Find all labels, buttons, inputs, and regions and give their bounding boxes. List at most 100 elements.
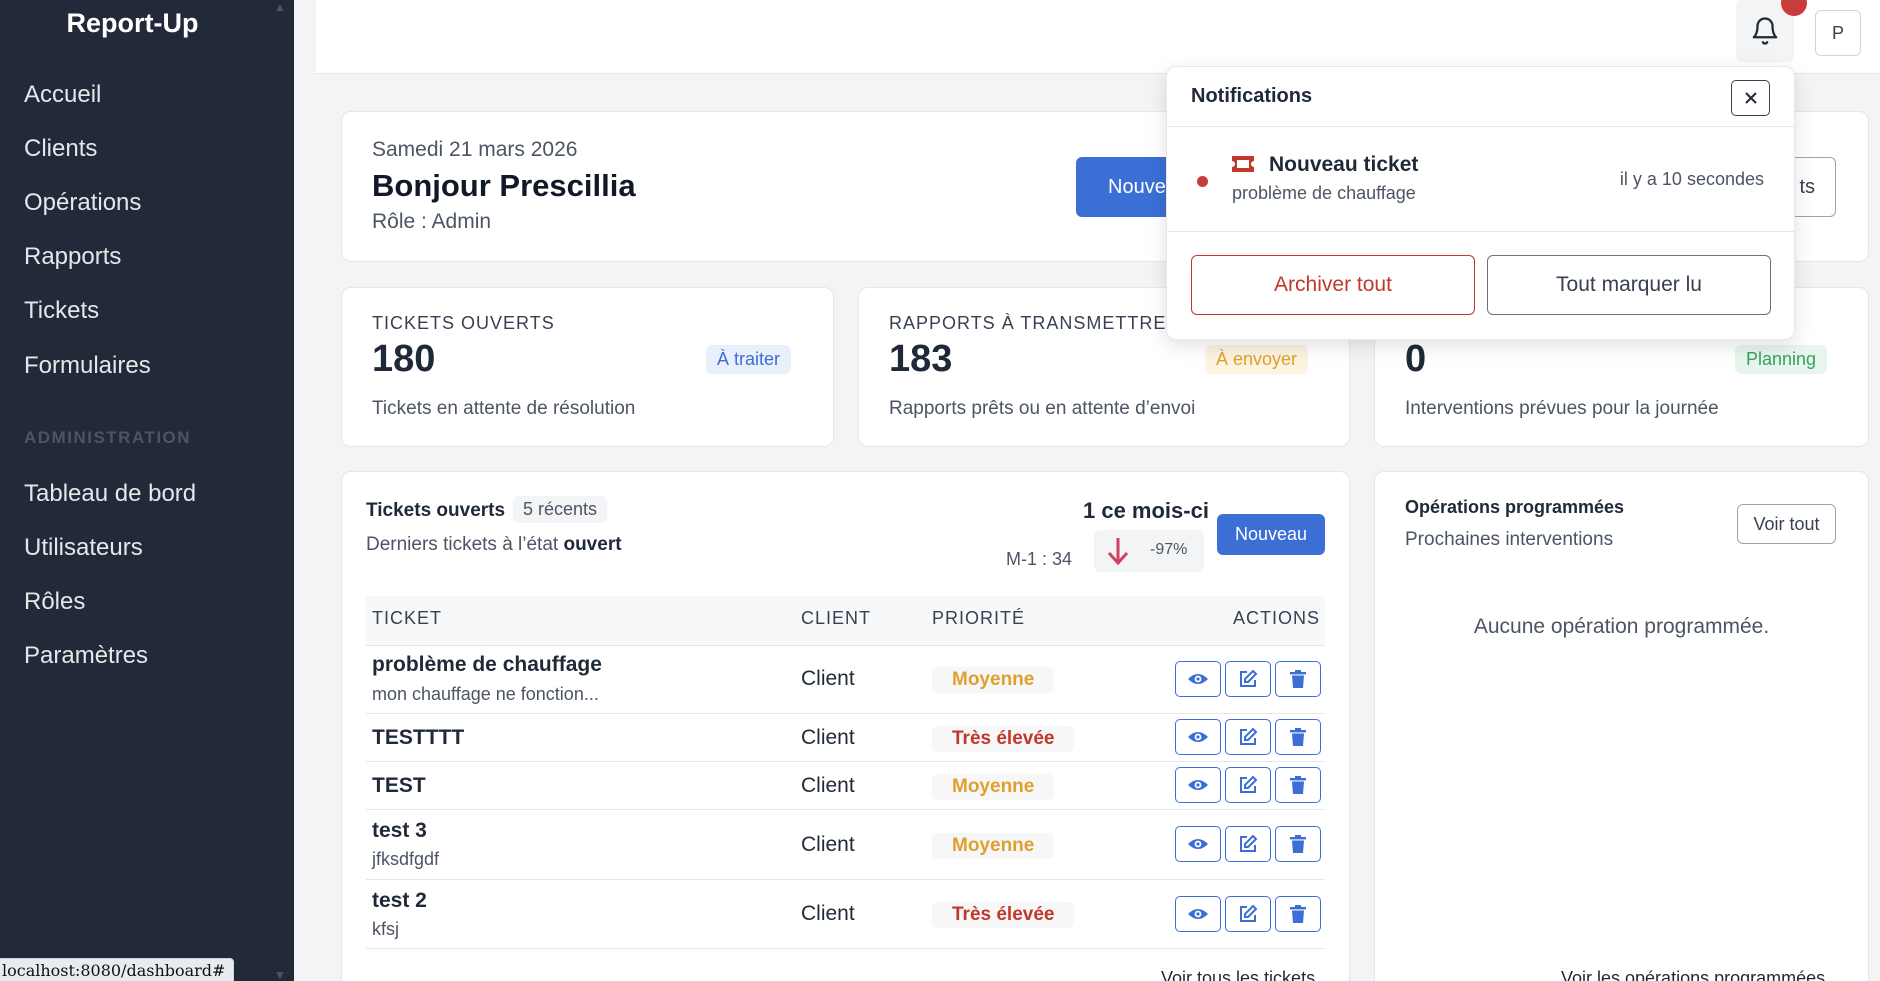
priority-badge: Moyenne [932,774,1055,800]
sidebar-item-tableau-de-bord[interactable]: Tableau de bord [24,480,196,508]
column-header-client: CLIENT [801,608,872,628]
delete-button[interactable] [1275,896,1321,932]
secondary-button-label: ts [1799,175,1815,198]
view-button[interactable] [1175,896,1221,932]
view-button[interactable] [1175,661,1221,697]
ticket-icon [1232,156,1254,172]
archive-all-button[interactable]: Archiver tout [1191,255,1475,315]
row-divider [366,761,1325,762]
ticket-description: mon chauffage ne fonction... [372,684,599,704]
bell-icon [1752,17,1778,45]
stat-label: RAPPORTS À TRANSMETTRE [889,313,1167,333]
stat-value: 183 [889,338,953,380]
stat-label: TICKETS OUVERTS [372,313,555,333]
status-badge: À traiter [706,345,792,374]
unread-dot [1197,176,1208,187]
user-role: Rôle : Admin [372,210,492,233]
see-all-operations-button-label: Voir tout [1753,513,1820,534]
tickets-card-title: Tickets ouverts [366,500,506,521]
trend-box: -97% [1094,530,1204,572]
recent-count-badge: 5 récents [513,496,608,523]
edit-icon [1240,775,1258,793]
brand-logo[interactable]: Report-Up [0,8,265,39]
row-divider [366,809,1325,810]
trash-icon [1290,905,1306,923]
view-button[interactable] [1175,719,1221,755]
delete-button[interactable] [1275,661,1321,697]
ticket-title[interactable]: test 2 [372,889,427,913]
sidebar-item-accueil[interactable]: Accueil [24,81,101,109]
stat-description: Tickets en attente de résolution [372,398,636,419]
sidebar-item-parametres[interactable]: Paramètres [24,642,148,670]
notifications-title: Notifications [1191,85,1313,107]
priority-badge: Très élevée [932,902,1075,928]
ticket-client: Client [801,833,855,856]
sidebar-item-rapports[interactable]: Rapports [24,243,121,271]
operations-empty-state: Aucune opération programmée. [1473,615,1770,638]
sidebar-section-administration: ADMINISTRATION [24,428,192,447]
trash-icon [1290,776,1306,794]
ticket-description: kfsj [372,919,399,939]
edit-button[interactable] [1225,896,1271,932]
tickets-card-subtitle: Derniers tickets à l’état ouvert [366,534,622,556]
delete-button[interactable] [1275,826,1321,862]
ticket-title[interactable]: TEST [372,774,426,798]
current-date: Samedi 21 mars 2026 [372,138,578,161]
see-all-operations-link[interactable]: Voir les opérations programmées [1561,968,1825,981]
status-bar-url: localhost:8080/dashboard# [0,958,235,981]
ticket-title[interactable]: test 3 [372,819,427,843]
see-all-tickets-link[interactable]: Voir tous les tickets [1161,968,1315,981]
edit-button[interactable] [1225,661,1271,697]
notifications-panel: Notifications Nouveau ticket problème de… [1166,66,1795,340]
row-divider [366,948,1325,949]
priority-badge: Moyenne [932,833,1055,859]
stat-description: Interventions prévues pour la journée [1405,398,1719,419]
new-ticket-button[interactable]: Nouveau [1217,514,1325,555]
edit-button[interactable] [1225,719,1271,755]
close-button[interactable] [1731,80,1770,116]
scroll-up-icon[interactable]: ▲ [274,0,290,14]
sidebar-item-operations[interactable]: Opérations [24,189,141,217]
trash-icon [1290,835,1306,853]
ticket-client: Client [801,726,855,749]
see-all-operations-button[interactable]: Voir tout [1737,504,1836,544]
eye-icon [1188,780,1208,790]
edit-icon [1240,727,1258,745]
edit-icon [1240,834,1258,852]
notification-item-time: il y a 10 secondes [1619,169,1764,189]
edit-button[interactable] [1225,767,1271,803]
status-badge: À envoyer [1205,345,1309,374]
new-ticket-button-label: Nouveau [1234,524,1308,544]
stat-value: 180 [372,338,436,380]
arrow-down-icon [1107,538,1129,566]
divider [1167,231,1794,232]
view-button[interactable] [1175,767,1221,803]
archive-all-button-label: Archiver tout [1274,273,1392,296]
notification-item-title[interactable]: Nouveau ticket [1269,153,1418,177]
trash-icon [1290,670,1306,688]
column-header-actions: ACTIONS [1233,608,1321,628]
ticket-title[interactable]: problème de chauffage [372,653,602,677]
ticket-title[interactable]: TESTTTT [372,726,464,750]
mark-all-read-button[interactable]: Tout marquer lu [1487,255,1771,315]
column-header-priority: PRIORITÉ [932,608,1026,628]
view-button[interactable] [1175,826,1221,862]
avatar[interactable]: P [1815,10,1861,56]
scroll-down-icon[interactable]: ▼ [274,968,290,981]
sidebar-item-tickets[interactable]: Tickets [24,297,99,325]
status-badge: Planning [1735,345,1828,374]
ticket-client: Client [801,774,855,797]
month-count: 1 ce mois-ci [1083,498,1209,523]
row-divider [366,713,1325,714]
delete-button[interactable] [1275,719,1321,755]
sidebar-item-formulaires[interactable]: Formulaires [24,352,151,380]
sidebar-item-roles[interactable]: Rôles [24,588,85,616]
eye-icon [1188,674,1208,684]
edit-icon [1240,904,1258,922]
topbar [316,0,1880,74]
edit-button[interactable] [1225,826,1271,862]
sidebar-item-clients[interactable]: Clients [24,135,97,163]
sidebar-item-utilisateurs[interactable]: Utilisateurs [24,534,143,562]
ticket-client: Client [801,902,855,925]
delete-button[interactable] [1275,767,1321,803]
